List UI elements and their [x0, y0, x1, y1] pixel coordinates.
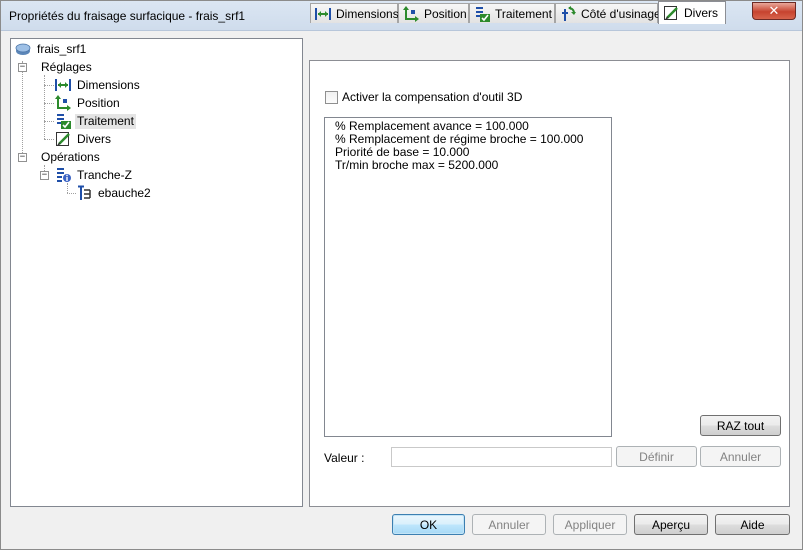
- tree-label: Traitement: [75, 113, 136, 129]
- tree-view[interactable]: frais_srf1 − Réglages Dimensions Positio…: [10, 38, 303, 507]
- roughing-tool-icon: [78, 185, 91, 200]
- parameters-list[interactable]: % Remplacement avance = 100.000 % Rempla…: [324, 117, 612, 437]
- collapse-icon[interactable]: −: [18, 63, 27, 72]
- tree-label: Opérations: [41, 149, 100, 164]
- tree-item-dimensions[interactable]: Dimensions: [55, 77, 142, 93]
- value-cancel-button[interactable]: Annuler: [700, 446, 781, 467]
- tab-label: Divers: [684, 6, 719, 20]
- machining-side-icon: [562, 5, 576, 21]
- tab-label: Dimensions: [336, 6, 399, 21]
- reset-all-button[interactable]: RAZ tout: [700, 415, 781, 436]
- tree-label: Position: [77, 95, 120, 110]
- treatment-icon: [57, 114, 71, 129]
- position-icon: [403, 5, 419, 22]
- tree-line: [67, 193, 76, 194]
- tree-label: Divers: [77, 131, 112, 146]
- tree-item-treatment[interactable]: Traitement: [55, 113, 136, 129]
- tree-line: [22, 61, 23, 157]
- value-input[interactable]: [391, 447, 612, 467]
- tab-label: Traitement: [495, 6, 552, 21]
- tab-label: Position: [424, 6, 467, 21]
- collapse-icon[interactable]: −: [18, 153, 27, 162]
- tab-machining-side[interactable]: Côté d'usinage: [555, 3, 661, 23]
- tree-item-misc[interactable]: Divers: [55, 131, 113, 147]
- cancel-button[interactable]: Annuler: [472, 514, 546, 535]
- value-label: Valeur :: [324, 451, 365, 465]
- tree-item-operations[interactable]: Opérations: [39, 149, 102, 165]
- misc-icon: [56, 132, 70, 146]
- tree-line: [44, 121, 54, 122]
- list-item[interactable]: Tr/min broche max = 5200.000: [335, 159, 611, 172]
- tab-position[interactable]: Position: [398, 3, 469, 23]
- tree-label: Tranche-Z: [77, 167, 132, 182]
- apply-button[interactable]: Appliquer: [553, 514, 627, 535]
- tree-line: [44, 139, 54, 140]
- treatment-icon: [476, 6, 490, 22]
- preview-button[interactable]: Aperçu: [634, 514, 708, 535]
- window-title: Propriétés du fraisage surfacique - frai…: [9, 9, 246, 23]
- tree-line: [44, 85, 54, 86]
- part-icon: [15, 43, 31, 55]
- define-button[interactable]: Définir: [616, 446, 697, 467]
- ok-button[interactable]: OK: [392, 514, 465, 535]
- tree-item-sub-operation[interactable]: ebauche2: [76, 185, 153, 201]
- close-button[interactable]: ✕: [752, 2, 796, 20]
- tree-item-position[interactable]: Position: [55, 95, 122, 111]
- help-button[interactable]: Aide: [715, 514, 790, 535]
- dimensions-icon: [315, 7, 331, 20]
- tab-label: Côté d'usinage: [581, 6, 661, 21]
- tree-label: frais_srf1: [37, 41, 87, 56]
- misc-icon: [664, 6, 678, 20]
- tree-label: Réglages: [41, 59, 92, 74]
- compensation-checkbox[interactable]: [325, 90, 338, 104]
- tree-line: [44, 103, 54, 104]
- checkbox-label: Activer la compensation d'outil 3D: [342, 90, 523, 104]
- tree-item-settings[interactable]: Réglages: [39, 59, 94, 75]
- tab-treatment[interactable]: Traitement: [469, 3, 555, 23]
- tree-label: Dimensions: [77, 77, 140, 92]
- tree-line: [67, 183, 68, 193]
- position-icon: [55, 95, 71, 111]
- tab-misc[interactable]: Divers: [658, 1, 726, 24]
- dialog-window: Propriétés du fraisage surfacique - frai…: [0, 0, 803, 550]
- z-slice-icon: [57, 168, 71, 182]
- compensation-checkbox-row[interactable]: Activer la compensation d'outil 3D: [325, 90, 522, 104]
- tree-item-operation[interactable]: Tranche-Z: [55, 167, 134, 183]
- tree-item-root[interactable]: frais_srf1: [15, 41, 88, 57]
- dimensions-icon: [55, 79, 71, 91]
- tab-dimensions[interactable]: Dimensions: [310, 3, 399, 23]
- tree-label: ebauche2: [98, 185, 151, 200]
- close-icon: ✕: [768, 3, 780, 19]
- collapse-icon[interactable]: −: [40, 171, 49, 180]
